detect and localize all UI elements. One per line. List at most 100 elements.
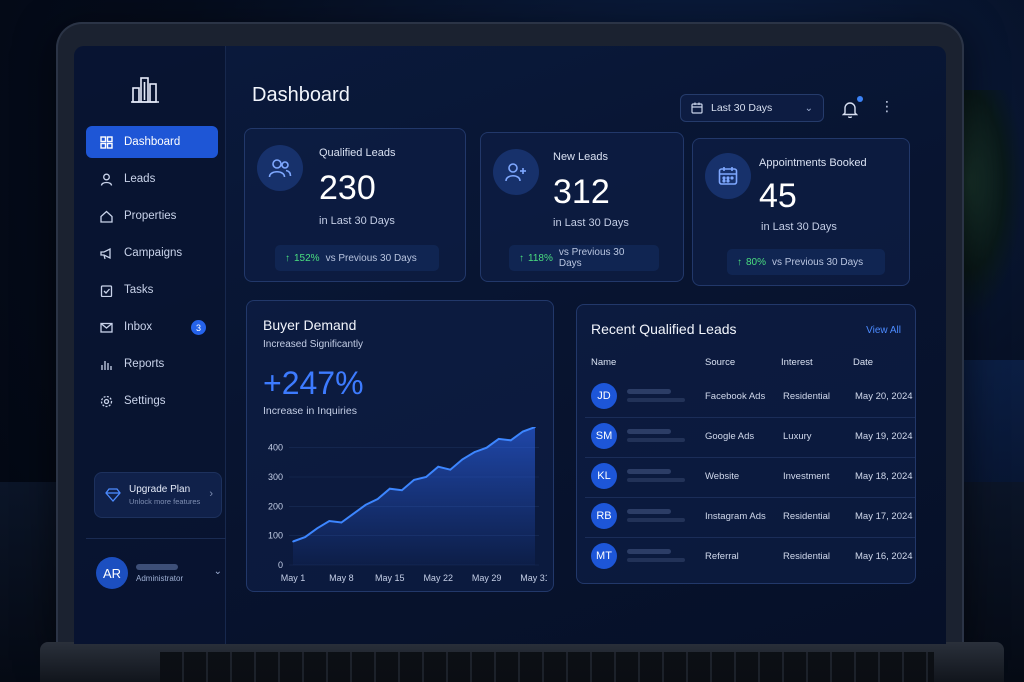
table-row[interactable]: SM Google Ads Luxury May 19, 2024	[585, 419, 915, 455]
date-range-select[interactable]: Last 30 Days ⌄	[680, 94, 824, 122]
lead-date: May 18, 2024	[855, 471, 913, 482]
lead-name-redacted	[627, 429, 671, 434]
x-tick-label: May 22	[423, 573, 453, 583]
table-row[interactable]: MT Referral Residential May 16, 2024	[585, 539, 915, 575]
lead-name-redacted	[627, 509, 671, 514]
page-title: Dashboard	[252, 84, 350, 106]
user-role: Administrator	[136, 573, 184, 583]
lead-date: May 20, 2024	[855, 391, 913, 402]
x-tick-label: May 31	[520, 573, 547, 583]
sidebar-item-label: Reports	[124, 358, 165, 370]
y-tick-label: 400	[268, 443, 283, 453]
x-tick-label: May 1	[281, 573, 306, 583]
notification-dot	[857, 96, 863, 102]
table-row[interactable]: JD Facebook Ads Residential May 20, 2024	[585, 379, 915, 415]
arrow-up-icon: ↑	[285, 252, 290, 264]
megaphone-icon	[98, 245, 114, 261]
calendar-icon	[705, 153, 751, 199]
buyer-demand-title: Buyer Demand	[263, 317, 357, 333]
y-tick-label: 300	[268, 472, 283, 482]
keyboard	[160, 652, 934, 682]
row-divider	[585, 417, 915, 418]
sidebar-item-tasks[interactable]: Tasks	[86, 274, 218, 306]
column-header-interest: Interest	[781, 357, 813, 368]
stat-value: 230	[319, 169, 376, 207]
data-point	[352, 512, 355, 515]
sidebar-item-reports[interactable]: Reports	[86, 348, 218, 380]
arrow-up-icon: ↑	[519, 252, 524, 264]
column-header-date: Date	[853, 357, 874, 368]
chevron-down-icon: ⌄	[804, 102, 813, 114]
diamond-icon	[105, 488, 121, 502]
data-point	[389, 487, 391, 490]
sidebar-item-campaigns[interactable]: Campaigns	[86, 237, 218, 269]
y-tick-label: 0	[278, 560, 283, 570]
row-divider	[585, 497, 915, 498]
upgrade-subtitle: Unlock more features	[129, 497, 201, 506]
sidebar-item-label: Settings	[124, 395, 166, 407]
lead-name-redacted	[627, 469, 671, 474]
data-point	[522, 430, 524, 433]
data-point	[376, 498, 379, 500]
lead-email-redacted	[627, 558, 685, 562]
stat-period: in Last 30 Days	[553, 217, 629, 229]
sidebar-item-inbox[interactable]: Inbox 3	[86, 311, 218, 343]
stat-title: Qualified Leads	[319, 147, 396, 159]
home-icon	[98, 208, 114, 224]
trend-percent: 118%	[528, 252, 553, 264]
sidebar-item-dashboard[interactable]: Dashboard	[86, 126, 218, 158]
lead-email-redacted	[627, 398, 685, 402]
sidebar-item-label: Inbox	[124, 321, 153, 333]
buyer-demand-subtitle: Increased Significantly	[263, 339, 364, 350]
table-row[interactable]: KL Website Investment May 18, 2024	[585, 459, 915, 495]
y-tick-label: 200	[268, 501, 283, 511]
data-point	[316, 527, 318, 530]
avatar: AR	[96, 557, 128, 589]
buyer-demand-card: Buyer Demand Increased Significantly +24…	[246, 300, 554, 592]
stat-period: in Last 30 Days	[319, 215, 395, 227]
data-point	[497, 438, 500, 440]
logo-buildings-icon	[130, 74, 160, 104]
view-all-link[interactable]: View All	[866, 325, 901, 336]
x-tick-label: May 15	[375, 573, 405, 583]
lead-source: Facebook Ads	[705, 391, 766, 402]
sidebar-item-leads[interactable]: Leads	[86, 163, 218, 195]
data-point	[510, 439, 512, 442]
lead-source: Website	[705, 471, 740, 482]
lead-source: Instagram Ads	[705, 511, 766, 522]
stat-trend: ↑ 118% vs Previous 30 Days	[509, 245, 659, 271]
upgrade-title: Upgrade Plan	[129, 484, 191, 495]
data-point	[473, 451, 476, 453]
data-point	[304, 536, 306, 538]
bell-icon[interactable]	[841, 100, 860, 119]
lead-interest: Investment	[783, 471, 830, 482]
data-point	[401, 489, 403, 491]
buyer-demand-chart: 0 100 200 300 400 May 1 May 8 May 15 May 22 May 2…	[268, 427, 547, 583]
lead-avatar: JD	[591, 383, 617, 409]
calendar-icon	[691, 102, 703, 114]
upgrade-plan-card[interactable]: Upgrade Plan Unlock more features ›	[94, 472, 222, 518]
trend-compare: vs Previous 30 Days	[772, 256, 864, 268]
data-point	[328, 520, 331, 522]
sidebar-item-properties[interactable]: Properties	[86, 200, 218, 232]
users-icon	[257, 145, 303, 191]
data-point	[292, 540, 294, 543]
lead-email-redacted	[627, 478, 685, 482]
recent-leads-card: Recent Qualified Leads View All Name Sou…	[576, 304, 916, 584]
lead-source: Google Ads	[705, 431, 755, 442]
x-tick-label: May 8	[329, 573, 354, 583]
user-plus-icon	[493, 149, 539, 195]
lead-avatar: KL	[591, 463, 617, 489]
sidebar-divider	[86, 538, 226, 539]
sidebar-item-settings[interactable]: Settings	[86, 385, 218, 417]
user-profile[interactable]: AR Administrator ⌄	[96, 556, 226, 590]
lead-interest: Residential	[783, 551, 830, 562]
sidebar-nav: Dashboard Leads Properties Campaigns Tas…	[86, 126, 218, 422]
row-divider	[585, 457, 915, 458]
column-header-source: Source	[705, 357, 736, 368]
date-range-value: Last 30 Days	[711, 102, 773, 114]
more-options-icon[interactable]: ⋮	[880, 98, 894, 115]
table-row[interactable]: RB Instagram Ads Residential May 17, 202…	[585, 499, 915, 535]
chevron-down-icon[interactable]: ⌄	[214, 566, 222, 577]
mail-icon	[98, 319, 114, 335]
